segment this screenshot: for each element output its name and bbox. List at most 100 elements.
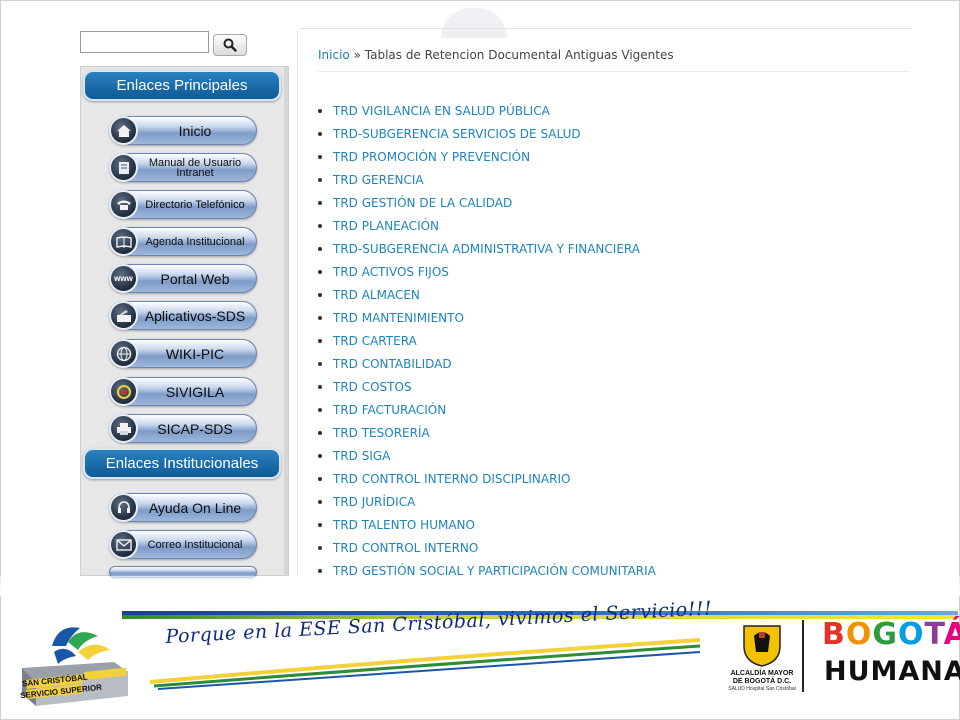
bullet-icon xyxy=(318,154,322,159)
nav-inicio-button[interactable]: Inicio xyxy=(109,116,257,145)
nav-agenda-button[interactable]: Agenda Institucional xyxy=(109,227,257,256)
trd-link[interactable]: TRD-SUBGERENCIA SERVICIOS DE SALUD xyxy=(333,127,581,141)
trd-link[interactable]: TRD VIGILANCIA EN SALUD PÚBLICA xyxy=(333,104,550,118)
nav-sivigila-button[interactable]: SIVIGILA xyxy=(109,377,257,406)
breadcrumb-home-link[interactable]: Inicio xyxy=(318,48,350,62)
trd-link[interactable]: TRD PLANEACIÓN xyxy=(333,219,439,233)
bogota-letter: Á xyxy=(943,617,960,652)
bogota-letter: O xyxy=(898,617,925,652)
sidebar-scrollbar[interactable] xyxy=(284,67,288,575)
bullet-icon xyxy=(318,384,322,389)
nav-label: Agenda Institucional xyxy=(145,235,245,248)
apps-icon xyxy=(109,301,138,330)
content-divider xyxy=(297,30,298,576)
bullet-icon xyxy=(318,430,322,435)
nav-label: Aplicativos-SDS xyxy=(144,307,246,324)
bullet-icon xyxy=(318,545,322,550)
nav-label: Directorio Telefónico xyxy=(145,198,245,211)
list-item: TRD ALMACEN xyxy=(318,283,656,306)
trd-link[interactable]: TRD-SUBGERENCIA ADMINISTRATIVA Y FINANCI… xyxy=(333,242,640,256)
bogota-letter: G xyxy=(872,617,899,652)
nav-ayuda-online-button[interactable]: Ayuda On Line xyxy=(109,493,257,522)
list-item: TRD CARTERA xyxy=(318,329,656,352)
trd-link[interactable]: TRD FACTURACIÓN xyxy=(333,403,446,417)
alcaldia-subtext: SALUD Hospital San Cristóbal xyxy=(728,686,796,692)
trd-link[interactable]: TRD CONTROL INTERNO xyxy=(333,541,478,555)
search-button[interactable] xyxy=(213,34,247,56)
trd-link[interactable]: TRD PROMOCIÓN Y PREVENCIÓN xyxy=(333,150,530,164)
section-header-enlaces-principales: Enlaces Principales xyxy=(83,70,281,101)
trd-link[interactable]: TRD SIGA xyxy=(333,449,390,463)
www-icon: www xyxy=(109,264,138,293)
fade-overlay xyxy=(0,576,960,596)
list-item: TRD-SUBGERENCIA SERVICIOS DE SALUD xyxy=(318,122,656,145)
nav-label: Manual de Usuario Intranet xyxy=(148,156,242,179)
nav-label: Inicio xyxy=(178,122,212,139)
bogota-letter: O xyxy=(845,617,873,652)
magnifier-icon xyxy=(223,38,237,52)
search-input[interactable] xyxy=(80,31,209,53)
bullet-icon xyxy=(318,108,322,113)
breadcrumb-divider xyxy=(318,71,910,72)
nav-label: SICAP-SDS xyxy=(157,420,233,437)
trd-link[interactable]: TRD ACTIVOS FIJOS xyxy=(333,265,449,279)
trd-link[interactable]: TRD JURÍDICA xyxy=(333,495,415,509)
trd-link[interactable]: TRD TESORERÍA xyxy=(333,426,430,440)
bullet-icon xyxy=(318,476,322,481)
bullet-icon xyxy=(318,453,322,458)
mail-icon xyxy=(109,530,138,559)
list-item: TRD GESTIÓN DE LA CALIDAD xyxy=(318,191,656,214)
bogota-coat-of-arms-icon xyxy=(743,625,781,667)
list-item: TRD-SUBGERENCIA ADMINISTRATIVA Y FINANCI… xyxy=(318,237,656,260)
nav-wiki-pic-button[interactable]: WIKI-PIC xyxy=(109,339,257,368)
nav-correo-institucional-button[interactable]: Correo Institucional xyxy=(109,530,257,559)
nav-directorio-button[interactable]: Directorio Telefónico xyxy=(109,190,257,219)
top-divider xyxy=(300,28,912,29)
nav-manual-usuario-button[interactable]: Manual de Usuario Intranet xyxy=(109,153,257,182)
nav-label: Correo Institucional xyxy=(147,538,243,551)
home-icon xyxy=(109,116,138,145)
bullet-icon xyxy=(318,338,322,343)
bullet-icon xyxy=(318,269,322,274)
bullet-icon xyxy=(318,223,322,228)
list-item: TRD FACTURACIÓN xyxy=(318,398,656,421)
trd-link[interactable]: TRD TALENTO HUMANO xyxy=(333,518,475,532)
alcaldia-text: ALCALDÍA MAYOR DE BOGOTÁ D.C. xyxy=(730,670,794,685)
trd-link[interactable]: TRD CONTABILIDAD xyxy=(333,357,452,371)
nav-sicap-sds-button[interactable]: SICAP-SDS xyxy=(109,414,257,443)
book-icon xyxy=(109,227,138,256)
trd-link[interactable]: TRD MANTENIMIENTO xyxy=(333,311,464,325)
bogota-letter: B xyxy=(822,617,846,652)
nav-label: SIVIGILA xyxy=(165,383,225,400)
globe-icon xyxy=(109,339,138,368)
trd-link-list: TRD VIGILANCIA EN SALUD PÚBLICA TRD-SUBGE… xyxy=(318,99,656,582)
list-item: TRD CONTROL INTERNO xyxy=(318,536,656,559)
list-item: TRD MANTENIMIENTO xyxy=(318,306,656,329)
list-item: TRD CONTROL INTERNO DISCIPLINARIO xyxy=(318,467,656,490)
trd-link[interactable]: TRD ALMACEN xyxy=(333,288,420,302)
list-item: TRD PROMOCIÓN Y PREVENCIÓN xyxy=(318,145,656,168)
trd-link[interactable]: TRD COSTOS xyxy=(333,380,412,394)
bullet-icon xyxy=(318,522,322,527)
list-item: TRD ACTIVOS FIJOS xyxy=(318,260,656,283)
nav-label: Portal Web xyxy=(160,270,230,287)
breadcrumb-separator: » xyxy=(349,48,365,62)
bogota-humana-logo-bogota: BOGOTÁ xyxy=(822,619,960,651)
list-item: TRD JURÍDICA xyxy=(318,490,656,513)
printer-icon xyxy=(109,414,138,443)
bogota-letter: T xyxy=(924,617,944,652)
list-item: TRD SIGA xyxy=(318,444,656,467)
trd-link[interactable]: TRD GERENCIA xyxy=(333,173,424,187)
phone-icon xyxy=(109,190,138,219)
bullet-icon xyxy=(318,568,322,573)
bullet-icon xyxy=(318,177,322,182)
list-item: TRD PLANEACIÓN xyxy=(318,214,656,237)
nav-label: WIKI-PIC xyxy=(165,345,225,362)
trd-link[interactable]: TRD CONTROL INTERNO DISCIPLINARIO xyxy=(333,472,570,486)
nav-aplicativos-sds-button[interactable]: Aplicativos-SDS xyxy=(109,301,257,330)
section-header-enlaces-institucionales: Enlaces Institucionales xyxy=(83,448,281,479)
trd-link[interactable]: TRD CARTERA xyxy=(333,334,417,348)
trd-link[interactable]: TRD GESTIÓN DE LA CALIDAD xyxy=(333,196,512,210)
bullet-icon xyxy=(318,407,322,412)
nav-portal-web-button[interactable]: www Portal Web xyxy=(109,264,257,293)
